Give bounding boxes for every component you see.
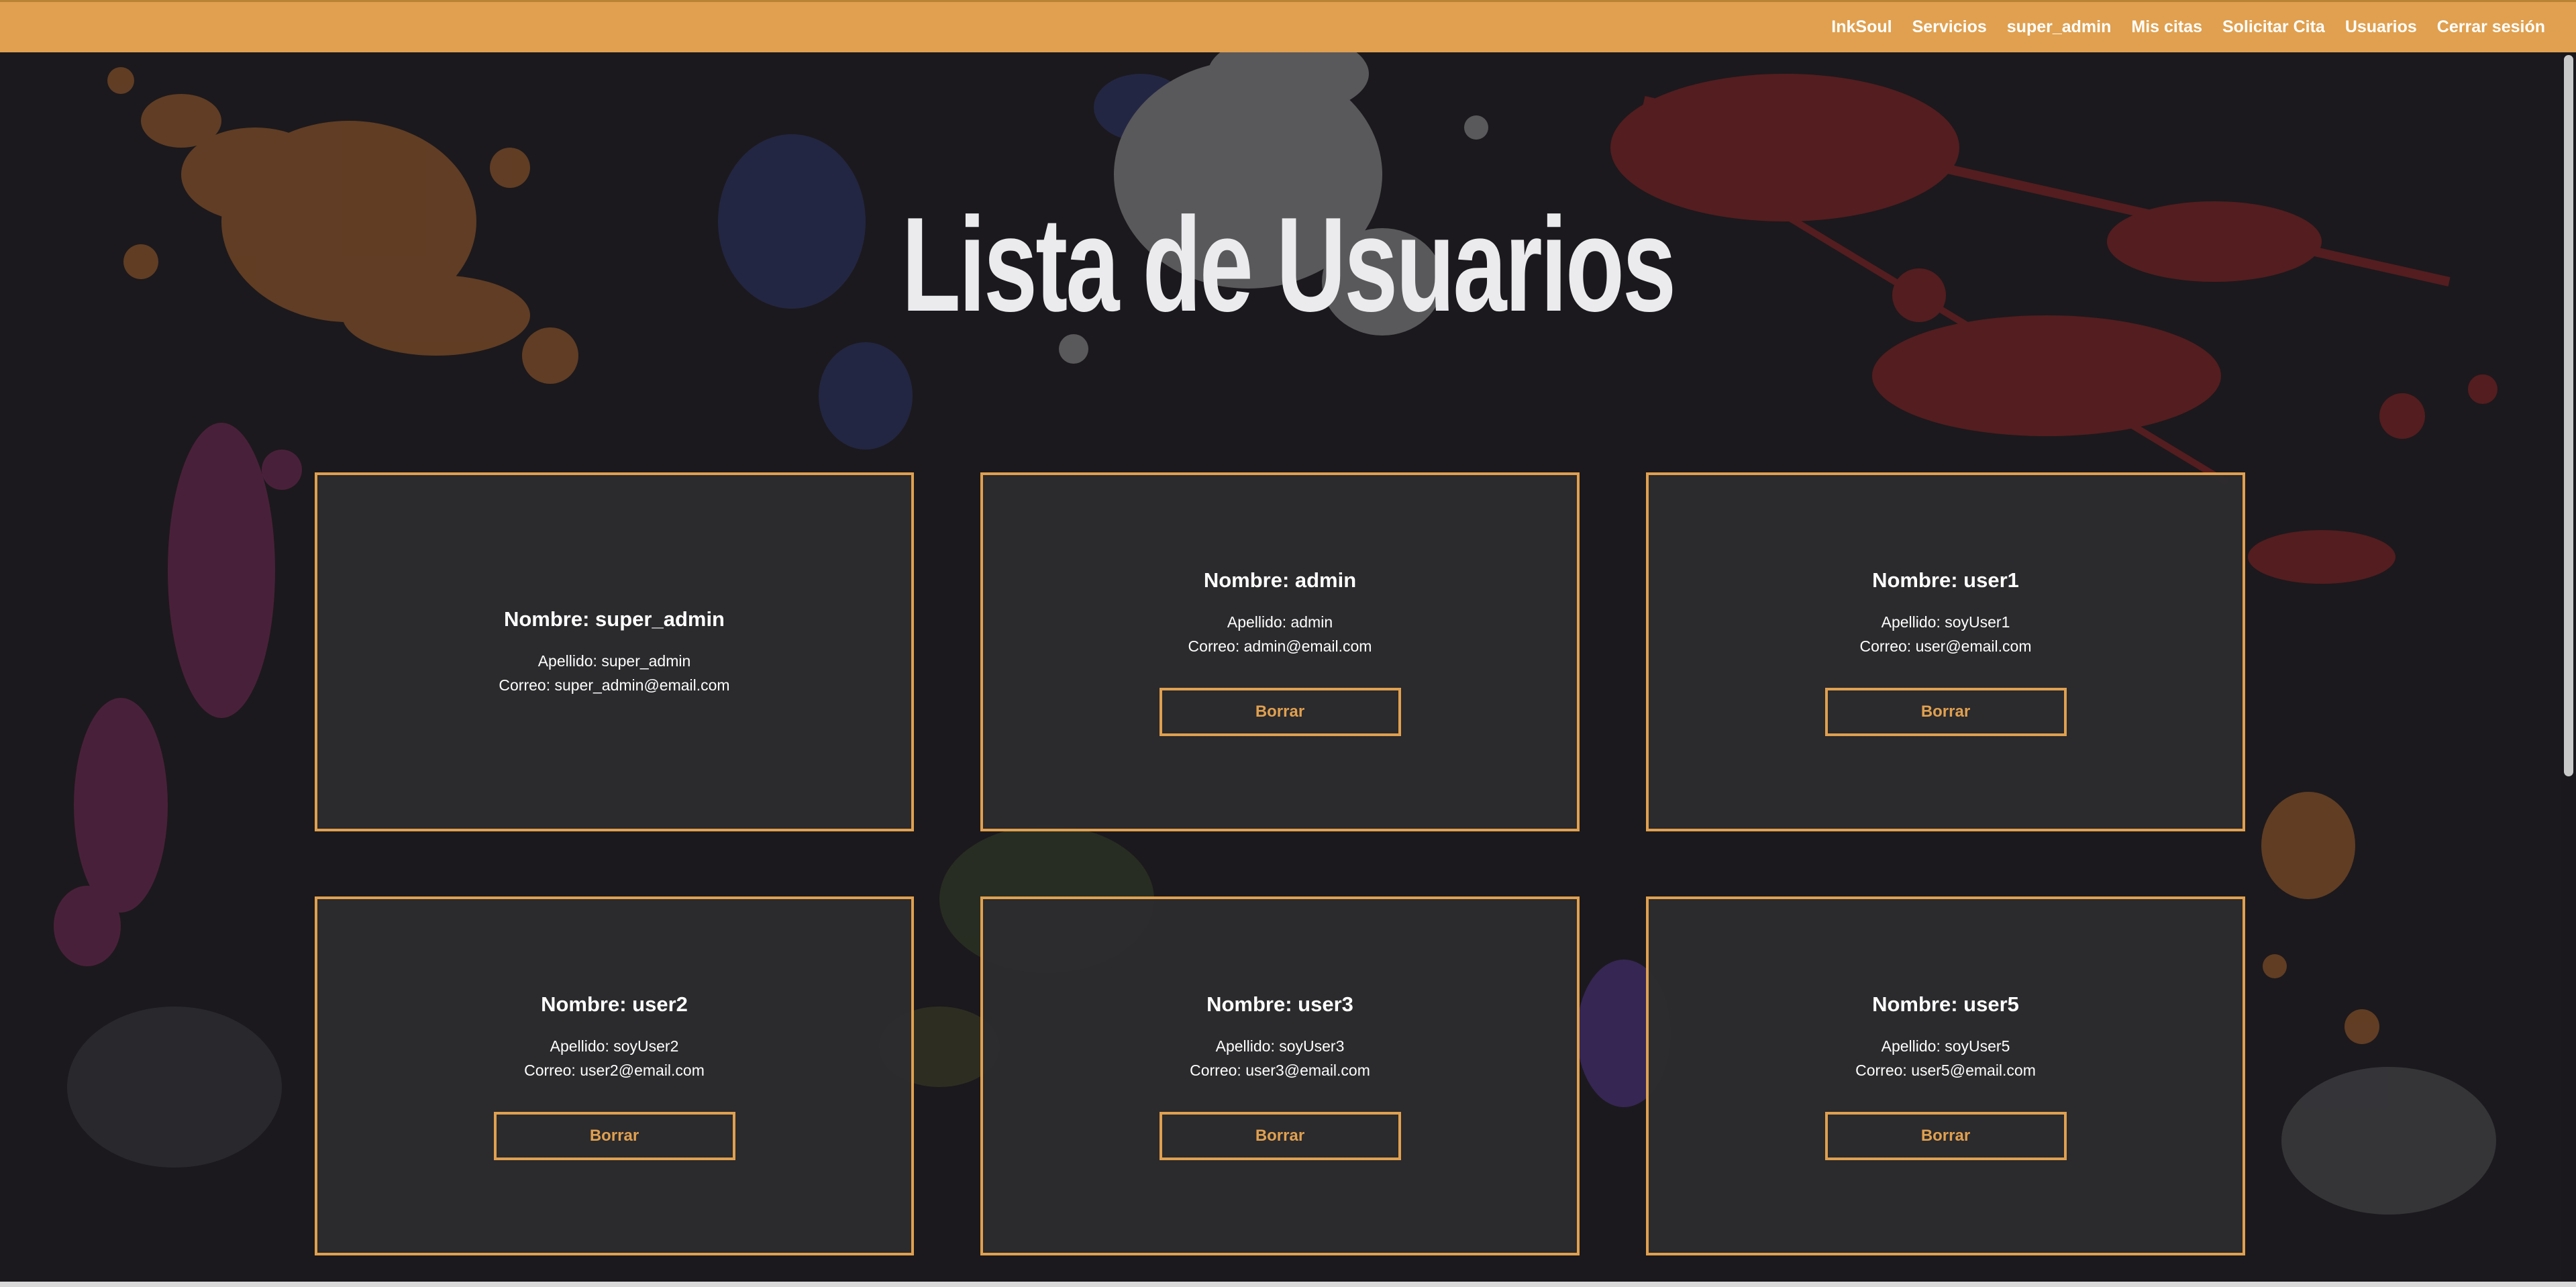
nav-link-profile[interactable]: super_admin [2007,17,2112,37]
user-card: Nombre: admin Apellido: admin Correo: ad… [980,472,1580,831]
nav-brand-inksoul[interactable]: InkSoul [1831,17,1892,37]
delete-user-button[interactable]: Borrar [1824,1111,2067,1160]
user-name: Nombre: user3 [1206,992,1353,1016]
delete-user-button[interactable]: Borrar [1159,1111,1401,1160]
user-apellido: Apellido: soyUser3 [1215,1037,1345,1055]
user-apellido: Apellido: super_admin [537,652,691,670]
user-name: Nombre: user5 [1872,992,2019,1016]
nav-link-cerrar-sesion[interactable]: Cerrar sesión [2437,17,2545,37]
user-name: Nombre: super_admin [503,607,725,631]
user-correo: Correo: admin@email.com [1188,637,1372,655]
nav-link-servicios[interactable]: Servicios [1912,17,1987,37]
user-correo: Correo: user2@email.com [524,1061,705,1079]
top-navbar: InkSoul Servicios super_admin Mis citas … [0,0,2576,52]
user-card: Nombre: super_admin Apellido: super_admi… [315,472,914,831]
user-name: Nombre: admin [1203,568,1357,592]
user-card: Nombre: user5 Apellido: soyUser5 Correo:… [1646,896,2245,1255]
delete-user-button[interactable]: Borrar [1824,687,2067,736]
user-apellido: Apellido: soyUser2 [550,1037,679,1055]
page: InkSoul Servicios super_admin Mis citas … [0,0,2576,1287]
user-correo: Correo: super_admin@email.com [499,676,730,694]
user-apellido: Apellido: admin [1227,613,1333,631]
delete-user-button[interactable]: Borrar [1159,687,1401,736]
user-name: Nombre: user1 [1872,568,2019,592]
scrollbar-thumb[interactable] [2564,55,2573,776]
bottom-edge [0,1282,2576,1287]
user-apellido: Apellido: soyUser5 [1881,1037,2010,1055]
user-card: Nombre: user3 Apellido: soyUser3 Correo:… [980,896,1580,1255]
nav-link-solicitar-cita[interactable]: Solicitar Cita [2222,17,2325,37]
user-card: Nombre: user2 Apellido: soyUser2 Correo:… [315,896,914,1255]
delete-user-button[interactable]: Borrar [493,1111,735,1160]
user-correo: Correo: user@email.com [1859,637,2032,655]
user-correo: Correo: user3@email.com [1190,1061,1370,1079]
nav-link-mis-citas[interactable]: Mis citas [2131,17,2202,37]
user-name: Nombre: user2 [541,992,688,1016]
nav-link-usuarios[interactable]: Usuarios [2345,17,2417,37]
user-apellido: Apellido: soyUser1 [1881,613,2010,631]
user-card: Nombre: user1 Apellido: soyUser1 Correo:… [1646,472,2245,831]
page-title: Lista de Usuarios [901,190,1676,340]
user-correo: Correo: user5@email.com [1855,1061,2036,1079]
